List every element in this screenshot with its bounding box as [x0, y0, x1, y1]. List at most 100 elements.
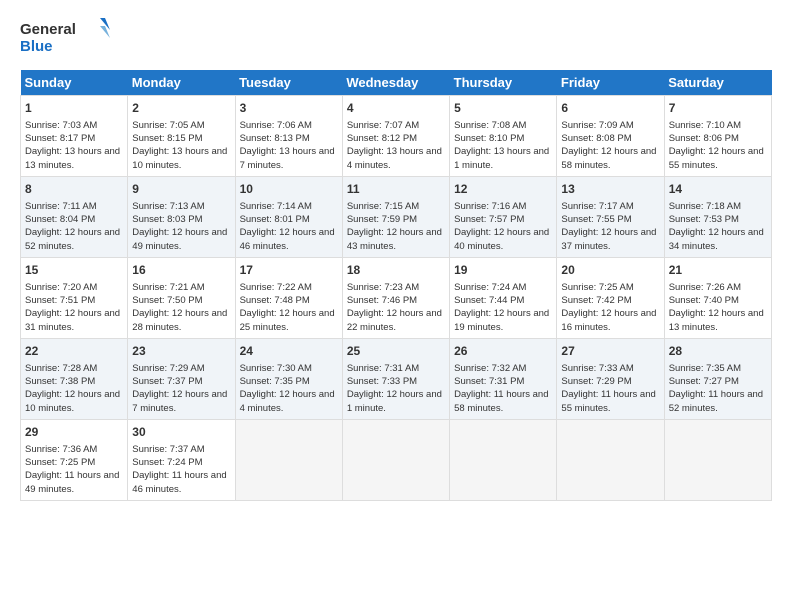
day-header-sunday: Sunday	[21, 70, 128, 96]
daylight-text: Daylight: 12 hours and 25 minutes.	[240, 308, 335, 332]
sunset-text: Sunset: 7:44 PM	[454, 295, 524, 306]
day-number: 23	[132, 343, 230, 360]
day-cell-30: 30Sunrise: 7:37 AMSunset: 7:24 PMDayligh…	[128, 419, 235, 500]
day-header-tuesday: Tuesday	[235, 70, 342, 96]
sunrise-text: Sunrise: 7:29 AM	[132, 363, 204, 374]
empty-cell	[664, 419, 771, 500]
day-cell-6: 6Sunrise: 7:09 AMSunset: 8:08 PMDaylight…	[557, 96, 664, 177]
daylight-text: Daylight: 11 hours and 55 minutes.	[561, 389, 655, 413]
sunrise-text: Sunrise: 7:26 AM	[669, 282, 741, 293]
daylight-text: Daylight: 13 hours and 7 minutes.	[240, 146, 335, 170]
sunset-text: Sunset: 8:04 PM	[25, 214, 95, 225]
daylight-text: Daylight: 11 hours and 52 minutes.	[669, 389, 763, 413]
sunset-text: Sunset: 7:24 PM	[132, 457, 202, 468]
svg-text:Blue: Blue	[20, 38, 53, 55]
day-number: 5	[454, 100, 552, 117]
daylight-text: Daylight: 12 hours and 43 minutes.	[347, 227, 442, 251]
day-number: 22	[25, 343, 123, 360]
day-cell-22: 22 Sunrise: 7:28 AM Sunset: 7:38 PM Dayligh…	[21, 338, 128, 419]
day-cell-17: 17Sunrise: 7:22 AMSunset: 7:48 PMDayligh…	[235, 257, 342, 338]
sunrise-text: Sunrise: 7:13 AM	[132, 201, 204, 212]
sunset-text: Sunset: 7:38 PM	[25, 376, 95, 387]
day-cell-12: 12Sunrise: 7:16 AMSunset: 7:57 PMDayligh…	[450, 176, 557, 257]
calendar-week-3: 15 Sunrise: 7:20 AM Sunset: 7:51 PM Dayligh…	[21, 257, 772, 338]
day-number: 6	[561, 100, 659, 117]
sunrise-text: Sunrise: 7:07 AM	[347, 120, 419, 131]
sunset-text: Sunset: 7:33 PM	[347, 376, 417, 387]
sunrise-text: Sunrise: 7:17 AM	[561, 201, 633, 212]
day-cell-10: 10Sunrise: 7:14 AMSunset: 8:01 PMDayligh…	[235, 176, 342, 257]
sunrise-text: Sunrise: 7:05 AM	[132, 120, 204, 131]
sunset-text: Sunset: 8:13 PM	[240, 133, 310, 144]
sunset-text: Sunset: 8:06 PM	[669, 133, 739, 144]
sunset-text: Sunset: 8:01 PM	[240, 214, 310, 225]
daylight-text: Daylight: 11 hours and 46 minutes.	[132, 470, 226, 494]
sunrise-text: Sunrise: 7:32 AM	[454, 363, 526, 374]
empty-cell	[450, 419, 557, 500]
daylight-text: Daylight: 12 hours and 46 minutes.	[240, 227, 335, 251]
sunrise-text: Sunrise: 7:24 AM	[454, 282, 526, 293]
day-header-saturday: Saturday	[664, 70, 771, 96]
logo: General Blue	[20, 16, 110, 60]
sunset-text: Sunset: 7:25 PM	[25, 457, 95, 468]
sunset-text: Sunset: 7:51 PM	[25, 295, 95, 306]
daylight-text: Daylight: 12 hours and 34 minutes.	[669, 227, 764, 251]
daylight-text: Daylight: 12 hours and 49 minutes.	[132, 227, 227, 251]
sunrise-text: Sunrise: 7:31 AM	[347, 363, 419, 374]
day-cell-4: 4Sunrise: 7:07 AMSunset: 8:12 PMDaylight…	[342, 96, 449, 177]
day-number: 10	[240, 181, 338, 198]
day-number: 24	[240, 343, 338, 360]
day-number: 15	[25, 262, 123, 279]
sunrise-text: Sunrise: 7:25 AM	[561, 282, 633, 293]
sunset-text: Sunset: 8:03 PM	[132, 214, 202, 225]
sunrise-text: Sunrise: 7:03 AM	[25, 120, 97, 131]
sunrise-text: Sunrise: 7:11 AM	[25, 201, 97, 212]
day-number: 13	[561, 181, 659, 198]
sunset-text: Sunset: 7:27 PM	[669, 376, 739, 387]
sunrise-text: Sunrise: 7:20 AM	[25, 282, 97, 293]
day-number: 12	[454, 181, 552, 198]
day-number: 27	[561, 343, 659, 360]
day-cell-1: 1Sunrise: 7:03 AMSunset: 8:17 PMDaylight…	[21, 96, 128, 177]
sunrise-text: Sunrise: 7:35 AM	[669, 363, 741, 374]
day-cell-8: 8Sunrise: 7:11 AMSunset: 8:04 PMDaylight…	[21, 176, 128, 257]
sunset-text: Sunset: 7:59 PM	[347, 214, 417, 225]
sunset-text: Sunset: 7:40 PM	[669, 295, 739, 306]
svg-text:General: General	[20, 21, 76, 38]
sunrise-text: Sunrise: 7:33 AM	[561, 363, 633, 374]
sunset-text: Sunset: 7:48 PM	[240, 295, 310, 306]
day-cell-18: 18Sunrise: 7:23 AMSunset: 7:46 PMDayligh…	[342, 257, 449, 338]
sunrise-text: Sunrise: 7:28 AM	[25, 363, 97, 374]
daylight-text: Daylight: 12 hours and 10 minutes.	[25, 389, 120, 413]
sunset-text: Sunset: 7:42 PM	[561, 295, 631, 306]
day-cell-20: 20Sunrise: 7:25 AMSunset: 7:42 PMDayligh…	[557, 257, 664, 338]
day-cell-27: 27Sunrise: 7:33 AMSunset: 7:29 PMDayligh…	[557, 338, 664, 419]
calendar-table: SundayMondayTuesdayWednesdayThursdayFrid…	[20, 70, 772, 501]
day-number: 17	[240, 262, 338, 279]
day-header-monday: Monday	[128, 70, 235, 96]
day-number: 20	[561, 262, 659, 279]
daylight-text: Daylight: 13 hours and 1 minute.	[454, 146, 549, 170]
sunrise-text: Sunrise: 7:21 AM	[132, 282, 204, 293]
day-cell-7: 7Sunrise: 7:10 AMSunset: 8:06 PMDaylight…	[664, 96, 771, 177]
daylight-text: Daylight: 12 hours and 31 minutes.	[25, 308, 120, 332]
day-number: 7	[669, 100, 767, 117]
day-number: 21	[669, 262, 767, 279]
day-cell-28: 28Sunrise: 7:35 AMSunset: 7:27 PMDayligh…	[664, 338, 771, 419]
day-header-thursday: Thursday	[450, 70, 557, 96]
sunset-text: Sunset: 7:55 PM	[561, 214, 631, 225]
day-cell-11: 11Sunrise: 7:15 AMSunset: 7:59 PMDayligh…	[342, 176, 449, 257]
day-number: 3	[240, 100, 338, 117]
day-cell-13: 13Sunrise: 7:17 AMSunset: 7:55 PMDayligh…	[557, 176, 664, 257]
daylight-text: Daylight: 12 hours and 7 minutes.	[132, 389, 227, 413]
day-cell-9: 9Sunrise: 7:13 AMSunset: 8:03 PMDaylight…	[128, 176, 235, 257]
day-cell-23: 23Sunrise: 7:29 AMSunset: 7:37 PMDayligh…	[128, 338, 235, 419]
day-cell-15: 15 Sunrise: 7:20 AM Sunset: 7:51 PM Dayligh…	[21, 257, 128, 338]
daylight-text: Daylight: 12 hours and 4 minutes.	[240, 389, 335, 413]
sunset-text: Sunset: 8:17 PM	[25, 133, 95, 144]
day-header-wednesday: Wednesday	[342, 70, 449, 96]
sunset-text: Sunset: 7:50 PM	[132, 295, 202, 306]
sunrise-text: Sunrise: 7:36 AM	[25, 444, 97, 455]
daylight-text: Daylight: 13 hours and 13 minutes.	[25, 146, 120, 170]
daylight-text: Daylight: 12 hours and 52 minutes.	[25, 227, 120, 251]
